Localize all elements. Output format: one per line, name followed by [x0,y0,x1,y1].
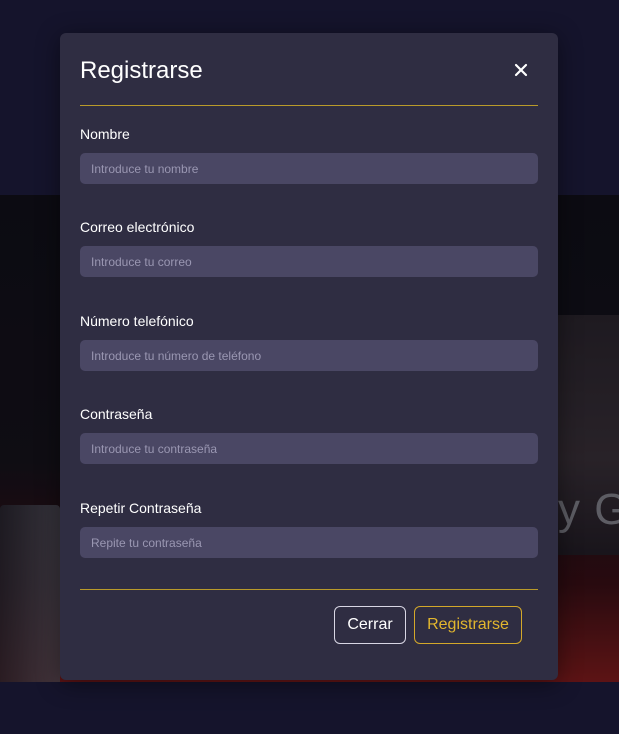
name-label: Nombre [80,126,130,142]
email-label: Correo electrónico [80,219,195,235]
close-icon [510,59,532,81]
phone-input[interactable] [80,340,538,371]
modal-footer-divider [80,589,538,590]
repeat-password-input[interactable] [80,527,538,558]
modal-title: Registrarse [80,57,203,84]
phone-label: Número telefónico [80,313,194,329]
email-input[interactable] [80,246,538,277]
close-button[interactable] [510,59,532,81]
register-button[interactable]: Registrarse [414,606,522,644]
cancel-button[interactable]: Cerrar [334,606,406,644]
password-label: Contraseña [80,406,153,422]
password-input[interactable] [80,433,538,464]
repeat-password-label: Repetir Contraseña [80,500,202,516]
register-modal: Registrarse Nombre Correo electrónico Nú… [60,33,558,680]
name-input[interactable] [80,153,538,184]
modal-header: Registrarse [80,33,538,106]
